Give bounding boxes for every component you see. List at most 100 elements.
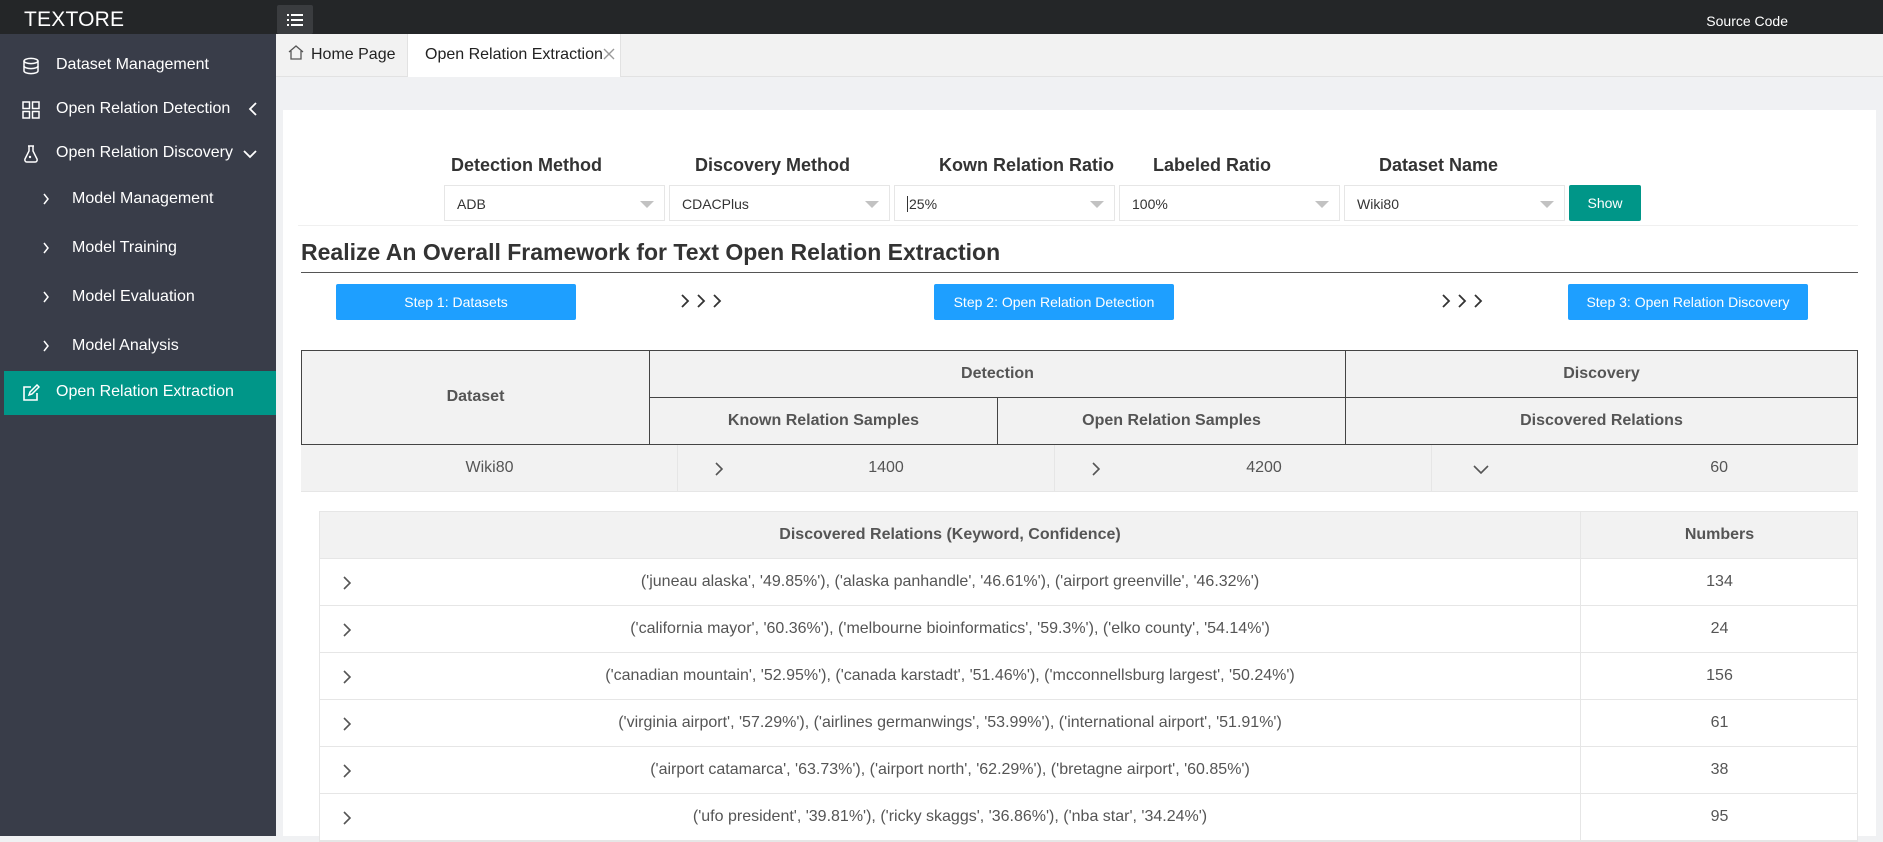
dataset-name-select[interactable]: Wiki80 [1344, 185, 1565, 221]
sidebar-item-label: Model Management [72, 190, 214, 207]
labeled-ratio-select[interactable]: 100% [1119, 185, 1340, 221]
divider [1054, 445, 1055, 492]
header-dataset: Dataset [301, 350, 650, 445]
caret-down-icon [1090, 201, 1104, 208]
sidebar-item-model-evaluation[interactable]: Model Evaluation [0, 276, 276, 320]
header-label: Open Relation Samples [1082, 412, 1261, 429]
chevron-right-icon [43, 340, 49, 352]
sidebar-item-model-management[interactable]: Model Management [0, 178, 276, 222]
divider [1431, 445, 1432, 492]
step-datasets-button[interactable]: Step 1: Datasets [336, 284, 576, 320]
step-open-relation-discovery-button[interactable]: Step 3: Open Relation Discovery [1568, 284, 1808, 320]
caret-down-icon [865, 201, 879, 208]
cell-number: 24 [1710, 620, 1729, 637]
cell-dataset: Wiki80 [465, 459, 514, 476]
detection-method-select[interactable]: ADB [444, 185, 665, 221]
table-row[interactable]: ('juneau alaska', '49.85%'), ('alaska pa… [320, 559, 1857, 606]
divider [677, 445, 678, 492]
app-brand: TEXTORE [24, 8, 125, 31]
header-discovered-relations: Discovered Relations [1345, 397, 1858, 445]
table-row: Wiki80 1400 4200 60 [301, 445, 1858, 492]
caret-down-icon [640, 201, 654, 208]
tab-label: Open Relation Extraction [425, 46, 603, 63]
cell-number: 156 [1706, 667, 1733, 684]
header-numbers: Numbers [1684, 526, 1755, 543]
table-row[interactable]: ('canadian mountain', '52.95%'), ('canad… [320, 653, 1857, 700]
select-value: 25% [907, 196, 938, 212]
source-code-link[interactable]: Source Code [1706, 13, 1788, 29]
select-value: ADB [457, 196, 486, 212]
header-relations: Discovered Relations (Keyword, Confidenc… [779, 526, 1121, 543]
known-relation-ratio-select[interactable]: 25% [894, 185, 1115, 221]
sidebar-item-model-training[interactable]: Model Training [0, 227, 276, 271]
menu-toggle-button[interactable] [277, 5, 313, 34]
sidebar-item-label: Dataset Management [56, 56, 209, 73]
cell-keywords: ('california mayor', '60.36%'), ('melbou… [630, 620, 1270, 637]
table-row[interactable]: ('ufo president', '39.81%'), ('ricky ska… [320, 794, 1857, 841]
tab-label: Home Page [311, 46, 396, 63]
discovery-method-select[interactable]: CDACPlus [669, 185, 890, 221]
chevron-left-icon [248, 102, 257, 116]
flask-icon [24, 145, 38, 163]
sidebar: Dataset Management Open Relation Detecti… [0, 34, 276, 836]
hamburger-icon [287, 14, 303, 26]
select-value: Wiki80 [1357, 196, 1400, 212]
header-label: Dataset [446, 388, 505, 405]
table-row[interactable]: ('virginia airport', '57.29%'), ('airlin… [320, 700, 1857, 747]
cell-number: 95 [1710, 808, 1729, 825]
cell-keywords: ('canadian mountain', '52.95%'), ('canad… [605, 667, 1295, 684]
show-button[interactable]: Show [1569, 185, 1641, 221]
cell-keywords: ('ufo president', '39.81%'), ('ricky ska… [692, 808, 1208, 825]
triple-chevron-icon [1442, 294, 1483, 308]
sidebar-item-open-relation-discovery[interactable]: Open Relation Discovery [0, 132, 276, 176]
close-icon[interactable] [603, 48, 615, 60]
sidebar-item-dataset-management[interactable]: Dataset Management [0, 44, 276, 88]
header-known-relation-samples: Known Relation Samples [649, 397, 998, 445]
sidebar-item-label: Model Evaluation [72, 288, 195, 305]
sidebar-item-open-relation-extraction[interactable]: Open Relation Extraction [4, 371, 276, 415]
page-title: Realize An Overall Framework for Text Op… [301, 239, 1001, 265]
discovery-method-label: Discovery Method [695, 155, 851, 175]
chevron-right-icon [43, 242, 49, 254]
header-label: Known Relation Samples [727, 412, 920, 429]
header-label: Discovery [1563, 365, 1640, 382]
home-icon [288, 45, 304, 60]
header-open-relation-samples: Open Relation Samples [997, 397, 1346, 445]
step-open-relation-detection-button[interactable]: Step 2: Open Relation Detection [934, 284, 1174, 320]
cell-keywords: ('juneau alaska', '49.85%'), ('alaska pa… [640, 573, 1260, 590]
grid-icon [22, 101, 40, 119]
cell-number: 38 [1710, 761, 1729, 778]
header-detection: Detection [649, 350, 1346, 398]
top-bar: TEXTORE Source Code [0, 0, 1883, 34]
cell-number: 134 [1706, 573, 1733, 590]
caret-down-icon [1540, 201, 1554, 208]
chevron-right-icon [43, 291, 49, 303]
sidebar-item-model-analysis[interactable]: Model Analysis [0, 325, 276, 369]
header-discovery: Discovery [1345, 350, 1858, 398]
cell-keywords: ('virginia airport', '57.29%'), ('airlin… [618, 714, 1282, 731]
detection-method-label: Detection Method [451, 155, 602, 175]
caret-down-icon [1315, 201, 1329, 208]
filter-bar: Detection Method Discovery Method Kown R… [298, 140, 1858, 226]
triple-chevron-icon [681, 294, 722, 308]
sidebar-item-open-relation-detection[interactable]: Open Relation Detection [0, 88, 276, 132]
table-row[interactable]: ('california mayor', '60.36%'), ('melbou… [320, 606, 1857, 653]
cell-known-samples: 1400 [868, 459, 904, 476]
cell-discovered-relations: 60 [1710, 459, 1728, 476]
dataset-name-label: Dataset Name [1379, 155, 1499, 175]
header-label: Discovered Relations [1520, 412, 1683, 429]
divider [301, 272, 1858, 273]
cell-number: 61 [1710, 714, 1729, 731]
sidebar-item-label: Model Training [72, 239, 177, 256]
tab-open-relation-extraction[interactable]: Open Relation Extraction [407, 34, 621, 77]
tab-bar: Home Page Open Relation Extraction [276, 34, 1883, 77]
cell-open-samples: 4200 [1246, 459, 1282, 476]
sidebar-item-label: Open Relation Extraction [56, 383, 234, 400]
table-header: Discovered Relations (Keyword, Confidenc… [320, 512, 1857, 559]
known-relation-ratio-label: Kown Relation Ratio [939, 155, 1114, 175]
tab-home-page[interactable]: Home Page [282, 34, 406, 77]
table-row[interactable]: ('airport catamarca', '63.73%'), ('airpo… [320, 747, 1857, 794]
edit-icon [23, 384, 40, 401]
database-icon [23, 57, 39, 75]
sidebar-item-label: Model Analysis [72, 337, 179, 354]
